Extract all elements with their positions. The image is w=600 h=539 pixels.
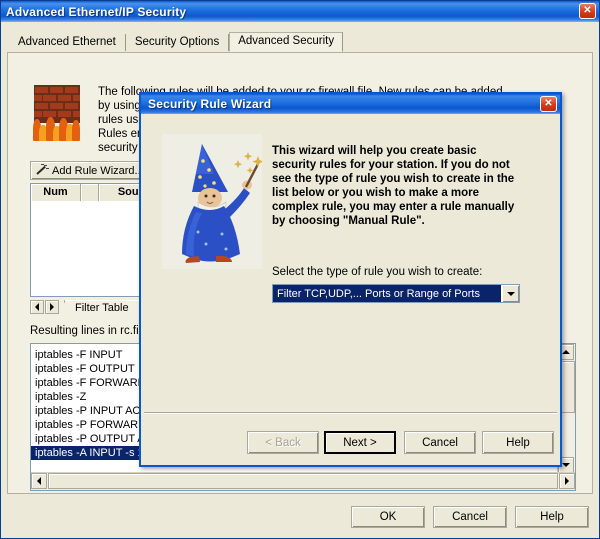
caret-right-icon [50,302,54,311]
sheet-prev-button[interactable] [30,299,44,314]
wizard-panel: This wizard will help you create basic s… [144,116,557,413]
add-rule-wizard-label: Add Rule Wizard... [52,164,144,177]
wizard-line-5: complex rule, you may enter a rule manua… [272,201,515,213]
wizard-line-4: list below or you wish to make a more [272,187,480,199]
tab-strip: Advanced Ethernet Security Options Advan… [9,31,591,52]
caret-right-icon [565,477,569,485]
help-button[interactable]: Help [482,431,554,454]
magic-wand-icon [35,164,49,177]
cancel-button[interactable]: Cancel [404,431,476,454]
rule-type-label: Select the type of rule you wish to crea… [272,266,483,278]
wizard-description-text: This wizard will help you create basic s… [272,144,537,228]
wizard-buttons: < Back Next > Cancel Help [144,431,557,454]
wizard-body: This wizard will help you create basic s… [144,116,557,462]
wizard-line-2: security rules for your station. If you … [272,159,510,171]
wizard-line-1: This wizard will help you create basic [272,145,477,157]
scroll-right-button[interactable] [559,473,575,489]
tab-advanced-security[interactable]: Advanced Security [229,32,344,52]
back-button: < Back [247,431,319,454]
iptables-horizontal-scrollbar[interactable] [31,472,575,490]
caret-up-icon [562,350,570,354]
ok-button[interactable]: OK [351,506,425,528]
column-header-num[interactable]: Num [31,184,81,201]
wizard-character-icon [162,134,262,269]
column-header-blank[interactable] [81,184,99,201]
application-root: Advanced Ethernet/IP Security Advanced E… [0,0,600,539]
main-window-controls [579,3,596,19]
sheet-next-button[interactable] [45,299,59,314]
main-titlebar[interactable]: Advanced Ethernet/IP Security [1,1,599,22]
close-icon[interactable] [579,3,596,19]
caret-left-icon [35,302,39,311]
rule-type-selected-value: Filter TCP,UDP,... Ports or Range of Por… [273,285,501,302]
wizard-titlebar[interactable]: Security Rule Wizard [141,94,560,114]
caret-left-icon [37,477,41,485]
caret-down-icon [562,463,570,467]
firewall-brickwall-flames-icon [30,85,86,147]
add-rule-wizard-button[interactable]: Add Rule Wizard... [30,161,150,180]
scroll-thumb-horizontal[interactable] [48,473,558,489]
tab-advanced-ethernet[interactable]: Advanced Ethernet [9,34,126,51]
rule-type-dropdown[interactable]: Filter TCP,UDP,... Ports or Range of Por… [272,284,520,303]
wizard-window-controls [540,96,557,112]
security-rule-wizard-dialog: Security Rule Wizard ✕ This wizard will … [139,92,562,467]
main-window-title: Advanced Ethernet/IP Security [6,4,187,19]
help-button[interactable]: Help [515,506,589,528]
main-window-buttons: OK Cancel Help [351,506,589,528]
wizard-line-6: by choosing "Manual Rule". [272,215,425,227]
tab-security-options[interactable]: Security Options [126,34,230,51]
sheet-tab-filter-table[interactable]: Filter Table [59,299,145,317]
next-button[interactable]: Next > [324,431,396,454]
wizard-line-3: see the type of rule you wish to create … [272,173,515,185]
close-icon[interactable] [540,96,557,112]
wizard-title: Security Rule Wizard [148,97,272,111]
flames-graphic [32,115,82,141]
cancel-button[interactable]: Cancel [433,506,507,528]
chevron-down-icon[interactable] [501,285,519,302]
scroll-left-button[interactable] [31,473,47,489]
